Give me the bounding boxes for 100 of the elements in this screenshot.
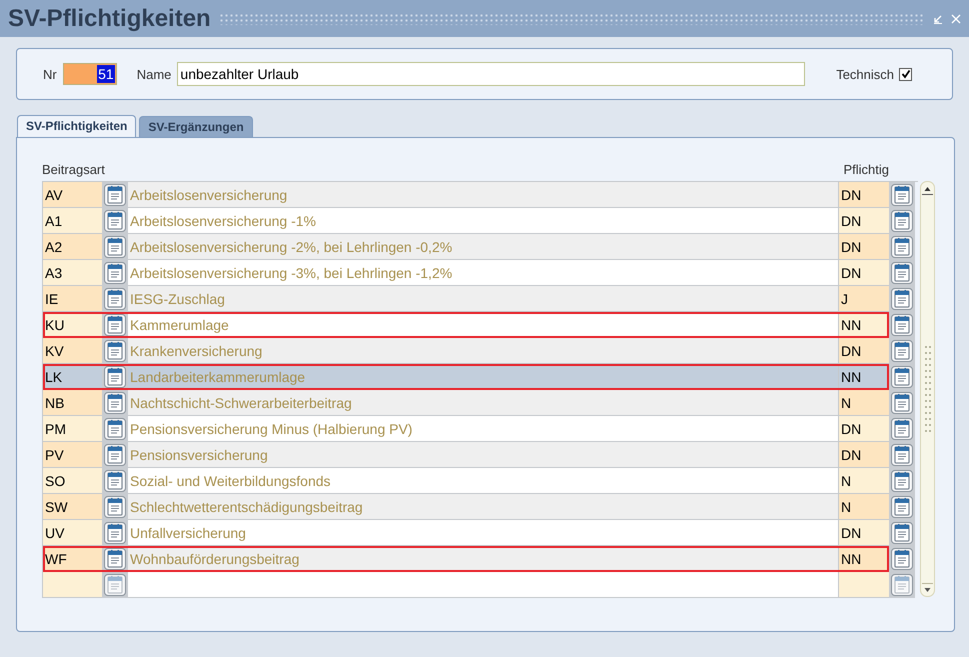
tab[interactable]: SV-Pflichtigkeiten [17,115,136,137]
table-row[interactable]: A2 Arbeitslosenversicherung -2%, bei Lehrlingen -0,2% DN [42,234,889,260]
notes-button[interactable] [104,236,126,258]
table-cell: DN [839,234,889,260]
table-cell: N [839,494,889,520]
table-cell: Sozial- und Weiterbildungsfonds [128,468,839,494]
tab[interactable]: SV-Ergänzungen [139,116,253,137]
table-cell: Arbeitslosenversicherung [128,182,839,208]
table-cell: A1 [43,208,102,234]
table-row[interactable]: PV Pensionsversicherung DN [42,442,889,468]
table-row[interactable]: LK Landarbeiterkammerumlage NN [42,364,889,390]
notes-button[interactable] [891,288,913,310]
table-row[interactable]: KU Kammerumlage NN [42,312,889,338]
table-cell: Krankenversicherung [128,338,839,364]
table-cell: N [839,390,889,416]
table-cell: PM [43,416,102,442]
table-cell: Pensionsversicherung Minus (Halbierung PV) [128,416,839,442]
nr-field[interactable]: 51 [62,63,117,85]
notes-button[interactable] [104,288,126,310]
notes-button[interactable] [104,470,126,492]
table-row[interactable]: KV Krankenversicherung DN [42,338,889,364]
window-title: SV-Pflichtigkeiten [8,4,211,32]
notes-button[interactable] [891,366,913,388]
notes-button[interactable] [104,340,126,362]
table-cell: LK [43,364,102,390]
notes-button[interactable] [891,210,913,232]
table-cell: A2 [43,234,102,260]
notes-button[interactable] [104,366,126,388]
notes-button[interactable] [891,236,913,258]
name-label: Name [136,66,172,82]
table-cell: Kammerumlage [128,312,839,338]
table-cell: NN [839,312,889,338]
notes-button[interactable] [104,314,126,336]
table-row[interactable]: SW Schlechtwetterentschädigungsbeitrag N [42,494,889,520]
table-cell: KV [43,338,102,364]
nr-label: Nr [43,66,57,82]
notes-button[interactable] [104,418,126,440]
table-cell: DN [839,260,889,286]
table-cell: Unfallversicherung [128,520,839,546]
table-row[interactable]: SO Sozial- und Weiterbildungsfonds N [42,468,889,494]
notes-button[interactable] [104,262,126,284]
notes-button[interactable] [104,210,126,232]
notes-button[interactable] [104,444,126,466]
table-cell: DN [839,442,889,468]
table-row[interactable]: UV Unfallversicherung DN [42,520,889,546]
notes-button[interactable] [891,470,913,492]
notes-button[interactable] [104,548,126,570]
technisch-checkbox[interactable] [899,68,912,80]
notes-button[interactable] [104,184,126,206]
table-cell: KU [43,312,102,338]
table-cell: UV [43,520,102,546]
table-cell: IE [43,286,102,312]
table-cell: WF [43,546,102,572]
table-row[interactable]: A3 Arbeitslosenversicherung -3%, bei Lehrlingen -1,2% DN [42,260,889,286]
notes-button[interactable] [891,522,913,544]
column-header: Pflichtig [843,162,889,179]
table-cell: NN [839,364,889,390]
table-cell: Schlechtwetterentschädigungsbeitrag [128,494,839,520]
name-field[interactable]: unbezahlter Urlaub [177,62,806,86]
table-cell: Nachtschicht-Schwerarbeiterbeitrag [128,390,839,416]
table-cell: DN [839,182,889,208]
scrollbar[interactable] [920,181,935,597]
table-cell: DN [839,520,889,546]
table-cell: SW [43,494,102,520]
notes-button[interactable] [104,496,126,518]
table-cell: PV [43,442,102,468]
table-row[interactable]: NB Nachtschicht-Schwerarbeiterbeitrag N [42,390,889,416]
notes-button[interactable] [891,392,913,414]
notes-button[interactable] [104,392,126,414]
notes-button[interactable] [891,340,913,362]
notes-button[interactable] [891,184,913,206]
table-cell: Arbeitslosenversicherung -1% [128,208,839,234]
table-cell: Pensionsversicherung [128,442,839,468]
column-header: Beitragsart [42,162,106,179]
notes-button[interactable] [891,496,913,518]
table-cell: Wohnbauförderungsbeitrag [128,546,839,572]
table-row[interactable]: AV Arbeitslosenversicherung DN [42,182,889,208]
table-row[interactable]: WF Wohnbauförderungsbeitrag NN [42,546,889,572]
notes-button[interactable] [891,444,913,466]
table-cell: Arbeitslosenversicherung -3%, bei Lehrlingen -1,2% [128,260,839,286]
table-cell: DN [839,338,889,364]
table-cell: Landarbeiterkammerumlage [128,364,839,390]
nr-value: 51 [97,65,115,83]
table-row[interactable]: PM Pensionsversicherung Minus (Halbierung PV) DN [42,416,889,442]
scroll-thumb[interactable] [924,344,932,434]
table-row[interactable]: IE IESG-Zuschlag J [42,286,889,312]
notes-button[interactable] [104,574,126,596]
table-cell: NN [839,546,889,572]
notes-button[interactable] [891,262,913,284]
table-cell: Arbeitslosenversicherung -2%, bei Lehrlingen -0,2% [128,234,839,260]
notes-button[interactable] [891,574,913,596]
notes-button[interactable] [104,522,126,544]
notes-button[interactable] [891,418,913,440]
table-cell: AV [43,182,102,208]
notes-button[interactable] [891,314,913,336]
notes-button[interactable] [891,548,913,570]
table-cell: NB [43,390,102,416]
table-cell: DN [839,416,889,442]
table-cell: DN [839,208,889,234]
table-row[interactable]: A1 Arbeitslosenversicherung -1% DN [42,208,889,234]
